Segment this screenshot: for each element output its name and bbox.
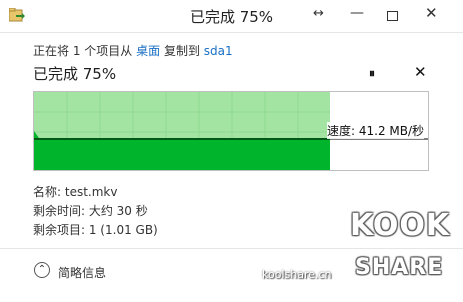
watermark-url: koolshare.cn [262,268,332,281]
time-remaining-info: 剩余时间: 大约 30 秒 [33,204,148,218]
maximize-button[interactable] [387,11,398,21]
resize-arrows-icon[interactable]: ↔ [313,6,324,21]
destination-link[interactable]: sda1 [204,44,233,58]
copy-description: 正在将 1 个项目从 桌面 复制到 sda1 [33,42,233,59]
title-bar: 已完成 75% ↔ — ✕ [0,0,463,33]
close-window-button[interactable]: ✕ [425,4,438,22]
source-link[interactable]: 桌面 [136,44,160,58]
chevron-up-icon[interactable]: ⌃ [34,262,50,278]
items-remaining-info: 剩余项目: 1 (1.01 GB) [33,223,158,237]
copy-prefix: 正在将 1 个项目从 [33,44,133,58]
minimize-button[interactable]: — [350,5,364,21]
cancel-copy-button[interactable]: ✕ [414,63,427,81]
watermark-share: SHARE [355,255,444,280]
less-details-button[interactable]: 简略信息 [58,264,106,281]
copy-middle: 复制到 [163,44,200,58]
file-name-info: 名称: test.mkv [33,185,118,199]
pause-button[interactable]: ⏸ [369,66,375,81]
speed-label: 速度: 41.2 MB/秒 [327,122,425,139]
percent-complete-heading: 已完成 75% [33,65,117,83]
watermark-kook: KOOK [350,208,451,243]
